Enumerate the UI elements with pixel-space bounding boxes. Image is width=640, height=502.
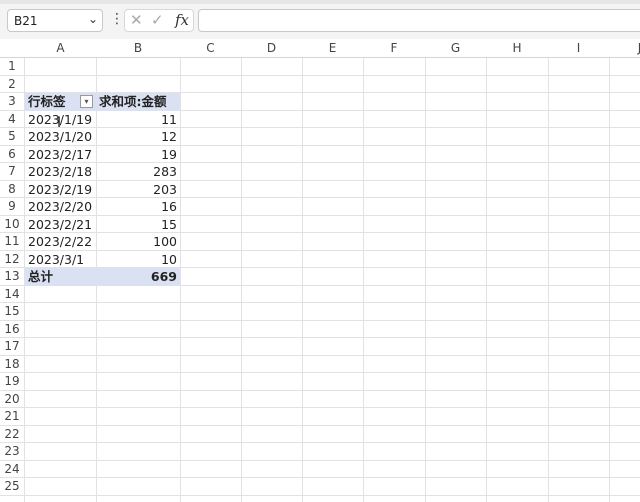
row-header-7[interactable]: 7: [0, 163, 24, 181]
row-header-16[interactable]: 16: [0, 321, 24, 339]
pivot-row-value[interactable]: 283: [99, 163, 177, 181]
row-gridline: [0, 442, 640, 443]
column-header-i[interactable]: I: [548, 39, 609, 58]
row-gridline: [0, 459, 640, 461]
row-header-24[interactable]: 24: [0, 461, 24, 479]
chevron-down-icon[interactable]: ⌄: [88, 12, 98, 26]
formula-controls: ✕ ✓ fx: [124, 9, 194, 32]
pivot-row-value[interactable]: 100: [99, 233, 177, 251]
row-header-14[interactable]: 14: [0, 286, 24, 304]
column-gridline: [241, 39, 242, 502]
row-header-8[interactable]: 8: [0, 181, 24, 199]
column-gridline: [609, 39, 610, 502]
pivot-row-label[interactable]: 2023/2/19: [28, 181, 92, 199]
row-header-17[interactable]: 17: [0, 338, 24, 356]
row-gridline: [0, 74, 640, 76]
row-gridline: [0, 354, 640, 356]
pivot-row-value[interactable]: 10: [99, 251, 177, 269]
column-header-a[interactable]: A: [25, 39, 96, 58]
pivot-total-label[interactable]: 总计: [28, 268, 53, 286]
pivot-row-label[interactable]: 2023/2/18: [28, 163, 92, 181]
column-gridline: [302, 39, 303, 502]
row-header-9[interactable]: 9: [0, 198, 24, 216]
row-header-10[interactable]: 10: [0, 216, 24, 234]
row-gridline: [0, 407, 640, 408]
row-gridline: [0, 319, 640, 321]
sheet-grid[interactable]: ABCDEFGHIJ 1 2 3 4 5 6 7 8 9 10 11 12 13 14 15 16 17 18 19…: [0, 39, 640, 502]
name-box[interactable]: B21 ⌄: [7, 9, 103, 32]
row-header-21[interactable]: 21: [0, 408, 24, 426]
text-cursor-icon: I: [57, 115, 62, 131]
row-header-1[interactable]: 1: [0, 58, 24, 76]
row-gridline: [0, 144, 640, 146]
cancel-icon[interactable]: ✕: [130, 11, 143, 29]
column-gridline: [180, 39, 181, 502]
row-gridline: [0, 197, 640, 198]
formula-input[interactable]: [198, 9, 640, 32]
column-header-f[interactable]: F: [363, 39, 425, 58]
pivot-row-value[interactable]: 19: [99, 146, 177, 164]
pivot-value-header[interactable]: 求和项:金额: [99, 93, 167, 111]
pivot-row-value[interactable]: 203: [99, 181, 177, 199]
row-gridline: [0, 249, 640, 251]
row-gridline: [0, 372, 640, 373]
column-header-h[interactable]: H: [486, 39, 548, 58]
row-header-12[interactable]: 12: [0, 251, 24, 269]
formula-bar: B21 ⌄ ⋮ ✕ ✓ fx: [0, 0, 640, 39]
column-header-b[interactable]: B: [96, 39, 180, 58]
pivot-total-value[interactable]: 669: [99, 268, 177, 286]
toolbar-edge: [0, 0, 640, 4]
more-options-icon[interactable]: ⋮: [110, 11, 124, 27]
name-box-value: B21: [14, 14, 38, 28]
row-gridline: [0, 214, 640, 216]
column-header-j[interactable]: J: [609, 39, 640, 58]
row-gridline: [0, 162, 640, 163]
pivot-row-label[interactable]: 2023/3/1: [28, 251, 84, 269]
column-gridline: [486, 39, 487, 502]
filter-dropdown-button[interactable]: ▾: [80, 95, 93, 108]
row-header-3[interactable]: 3: [0, 93, 24, 111]
pivot-row-label[interactable]: 2023/2/20: [28, 198, 92, 216]
row-header-5[interactable]: 5: [0, 128, 24, 146]
row-header-18[interactable]: 18: [0, 356, 24, 374]
pivot-row-value[interactable]: 15: [99, 216, 177, 234]
row-header-2[interactable]: 2: [0, 76, 24, 94]
row-header-4[interactable]: 4: [0, 111, 24, 129]
pivot-row-value[interactable]: 12: [99, 128, 177, 146]
pivot-row-label[interactable]: 2023/2/21: [28, 216, 92, 234]
column-header-c[interactable]: C: [180, 39, 241, 58]
column-header-g[interactable]: G: [425, 39, 486, 58]
pivot-row-value[interactable]: 16: [99, 198, 177, 216]
row-header-13[interactable]: 13: [0, 268, 24, 286]
column-gridline: [363, 39, 364, 502]
row-gridline: [0, 337, 640, 338]
column-gridline: [425, 39, 426, 502]
insert-function-icon[interactable]: fx: [175, 11, 189, 29]
column-header-e[interactable]: E: [302, 39, 363, 58]
column-gridline: [548, 39, 549, 502]
row-header-6[interactable]: 6: [0, 146, 24, 164]
row-header-19[interactable]: 19: [0, 373, 24, 391]
row-gridline: [0, 302, 640, 303]
pivot-row-value[interactable]: 11: [99, 111, 177, 129]
row-header-22[interactable]: 22: [0, 426, 24, 444]
pivot-row-label[interactable]: 2023/2/22: [28, 233, 92, 251]
column-header-bar: ABCDEFGHIJ: [0, 39, 640, 58]
row-header-11[interactable]: 11: [0, 233, 24, 251]
row-gridline: [0, 494, 640, 496]
row-header-25[interactable]: 25: [0, 478, 24, 496]
row-header-20[interactable]: 20: [0, 391, 24, 409]
row-header-15[interactable]: 15: [0, 303, 24, 321]
row-gridline: [0, 389, 640, 391]
row-gridline: [0, 232, 640, 233]
row-gridline: [0, 424, 640, 426]
row-gridline: [0, 477, 640, 478]
pivot-row-label-header[interactable]: 行标签: [28, 93, 66, 111]
row-gridline: [0, 179, 640, 181]
row-header-23[interactable]: 23: [0, 443, 24, 461]
column-header-d[interactable]: D: [241, 39, 302, 58]
pivot-row-label[interactable]: 2023/2/17: [28, 146, 92, 164]
enter-icon[interactable]: ✓: [151, 11, 164, 29]
row-gridline: [0, 127, 640, 128]
